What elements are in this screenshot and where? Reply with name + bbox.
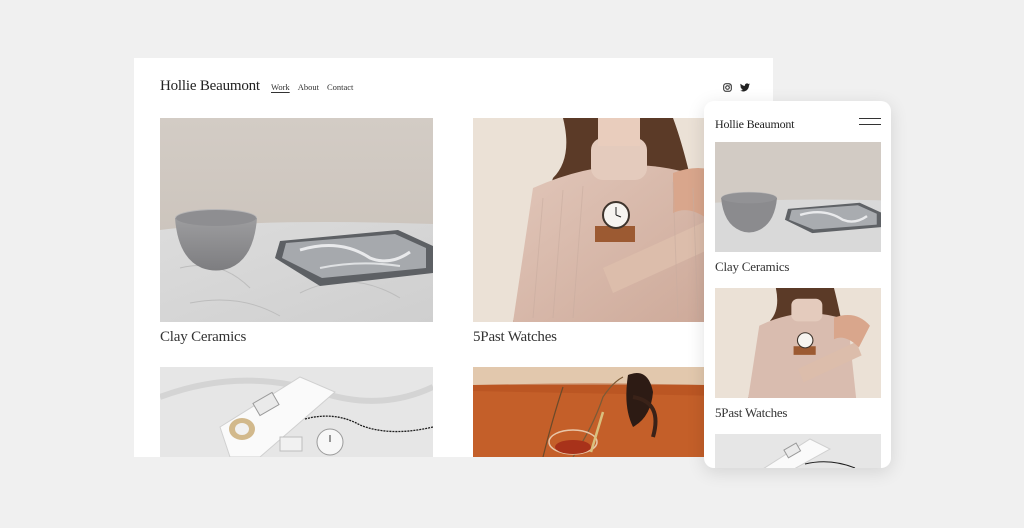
hamburger-menu-icon[interactable] [859, 118, 881, 128]
twitter-icon[interactable] [740, 83, 750, 92]
social-links [723, 83, 750, 92]
mobile-project-caption[interactable]: Clay Ceramics [715, 259, 789, 275]
mobile-project-image-clay-ceramics[interactable] [715, 142, 881, 252]
mobile-accessories-photo [715, 434, 881, 468]
project-caption[interactable]: Clay Ceramics [160, 329, 246, 346]
main-nav: Work About Contact [271, 82, 353, 92]
mobile-project-caption[interactable]: 5Past Watches [715, 405, 787, 421]
accessories-photo [160, 367, 433, 457]
nav-work-link[interactable]: Work [271, 82, 290, 92]
nav-contact-link[interactable]: Contact [327, 82, 353, 92]
ceramics-photo [160, 118, 433, 322]
mobile-project-image-accessories[interactable] [715, 434, 881, 468]
site-title[interactable]: Hollie Beaumont [160, 78, 260, 95]
nav-about-link[interactable]: About [298, 82, 319, 92]
mobile-site-title[interactable]: Hollie Beaumont [715, 117, 795, 132]
project-caption[interactable]: 5Past Watches [473, 329, 557, 346]
mobile-preview: Hollie Beaumont Clay Ceramics 5Past Watc… [704, 101, 891, 468]
desktop-preview: Hollie Beaumont Work About Contact Clay … [134, 58, 773, 457]
instagram-icon[interactable] [723, 83, 732, 92]
mobile-project-image-5past-watches[interactable] [715, 288, 881, 398]
project-image-clay-ceramics[interactable] [160, 118, 433, 322]
project-image-accessories[interactable] [160, 367, 433, 457]
mobile-watch-photo [715, 288, 881, 398]
mobile-ceramics-photo [715, 142, 881, 252]
